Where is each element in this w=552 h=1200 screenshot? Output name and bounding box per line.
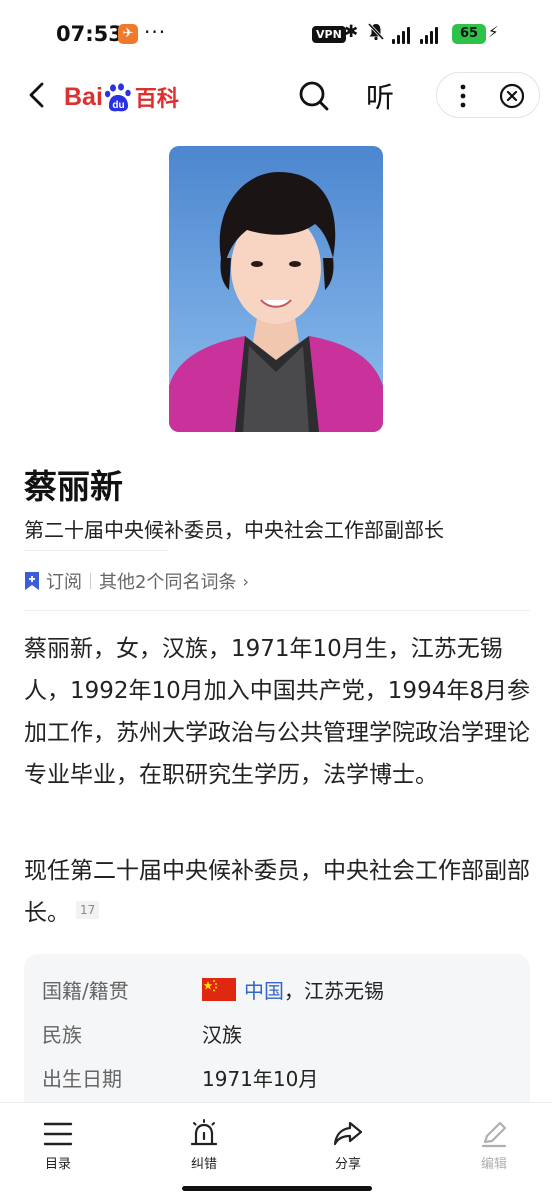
subscribe-button[interactable]: 订阅 — [46, 568, 82, 594]
info-key: 出生日期 — [42, 1066, 122, 1091]
summary-paragraph: 蔡丽新，女，汉族，1971年10月生，江苏无锡人，1992年10月加入中国共产党… — [24, 636, 530, 788]
more-notifications-icon: ··· — [144, 20, 167, 44]
bluetooth-icon: ✱ — [344, 22, 359, 42]
baidu-baike-logo[interactable]: Bai du 百科 — [64, 80, 179, 114]
back-icon — [29, 82, 44, 108]
notification-app-icon: ✈ — [118, 24, 138, 44]
entry-meta-row: 订阅 其他2个同名词条 › — [24, 568, 249, 594]
summary-text: 现任第二十届中央候补委员，中央社会工作部副部长。 — [24, 858, 530, 926]
more-icon — [460, 84, 466, 108]
battery-indicator: 65 — [452, 24, 486, 44]
search-icon — [299, 81, 329, 111]
more-button[interactable] — [451, 81, 475, 111]
chevron-right-icon: › — [242, 571, 249, 591]
other-entries-link[interactable]: 其他2个同名词条 — [99, 568, 236, 594]
close-icon — [499, 83, 525, 109]
clock: 07:53 — [56, 22, 123, 46]
tab-label: 分享 — [334, 1157, 361, 1172]
tab-report-error[interactable]: 纠错 — [164, 1119, 244, 1172]
summary-paragraph: 现任第二十届中央候补委员，中央社会工作部副部长。 17 — [24, 850, 534, 934]
signal-icon — [392, 26, 410, 44]
tab-label: 目录 — [44, 1157, 71, 1172]
share-icon — [333, 1121, 363, 1146]
close-button[interactable] — [499, 83, 525, 109]
back-button[interactable] — [24, 78, 54, 112]
info-value-text: ，江苏无锡 — [284, 978, 384, 1003]
tab-share[interactable]: 分享 — [308, 1119, 388, 1172]
baike-page: 07:53 ✈ ··· VPN ✱ 65 ⚡ Bai du 百科 听 蔡丽新 第… — [0, 0, 552, 1200]
logo-bai-text: Bai — [64, 82, 103, 111]
logo-du-text: du — [112, 100, 124, 111]
info-row: 民族 汉族 — [42, 1016, 242, 1050]
info-row: 出生日期 1971年10月 — [42, 1060, 318, 1094]
vpn-badge: VPN — [312, 26, 346, 43]
edit-icon — [481, 1121, 507, 1148]
divider — [24, 550, 168, 551]
home-indicator[interactable] — [182, 1186, 372, 1191]
info-value: 汉族 — [202, 1022, 242, 1047]
search-button[interactable] — [296, 78, 332, 114]
listen-button[interactable]: 听 — [366, 76, 394, 116]
logo-baike-text: 百科 — [134, 87, 179, 112]
citation-badge[interactable]: 17 — [76, 901, 100, 919]
mini-program-capsule — [436, 72, 540, 118]
info-value: 中国 ，江苏无锡 — [202, 975, 384, 1004]
mute-icon — [367, 22, 385, 46]
bookmark-icon — [25, 572, 39, 590]
baidu-paw-icon: du — [104, 83, 132, 112]
nationality-link[interactable]: 中国 — [244, 975, 284, 1004]
charging-icon: ⚡ — [488, 23, 499, 41]
tab-label: 纠错 — [190, 1157, 217, 1172]
tab-toc[interactable]: 目录 — [18, 1119, 98, 1172]
entry-title: 蔡丽新 — [24, 467, 123, 506]
tab-label: 编辑 — [480, 1157, 507, 1172]
signal-icon — [420, 26, 438, 44]
china-flag-icon — [202, 977, 236, 1001]
divider — [24, 610, 530, 611]
divider — [90, 573, 91, 589]
app-header: Bai du 百科 听 — [0, 64, 552, 128]
tab-edit[interactable]: 编辑 — [454, 1119, 534, 1172]
info-key: 民族 — [42, 1022, 82, 1047]
alarm-icon — [190, 1119, 218, 1146]
entry-subtitle: 第二十届中央候补委员，中央社会工作部副部长 — [24, 518, 444, 542]
info-value: 1971年10月 — [202, 1066, 319, 1091]
entry-portrait-image[interactable] — [169, 146, 383, 432]
status-bar: 07:53 ✈ ··· VPN ✱ 65 ⚡ — [0, 0, 552, 64]
info-key: 国籍/籍贯 — [42, 978, 129, 1003]
info-row: 国籍/籍贯 中国 ，江苏无锡 — [42, 972, 384, 1006]
menu-icon — [43, 1122, 73, 1146]
